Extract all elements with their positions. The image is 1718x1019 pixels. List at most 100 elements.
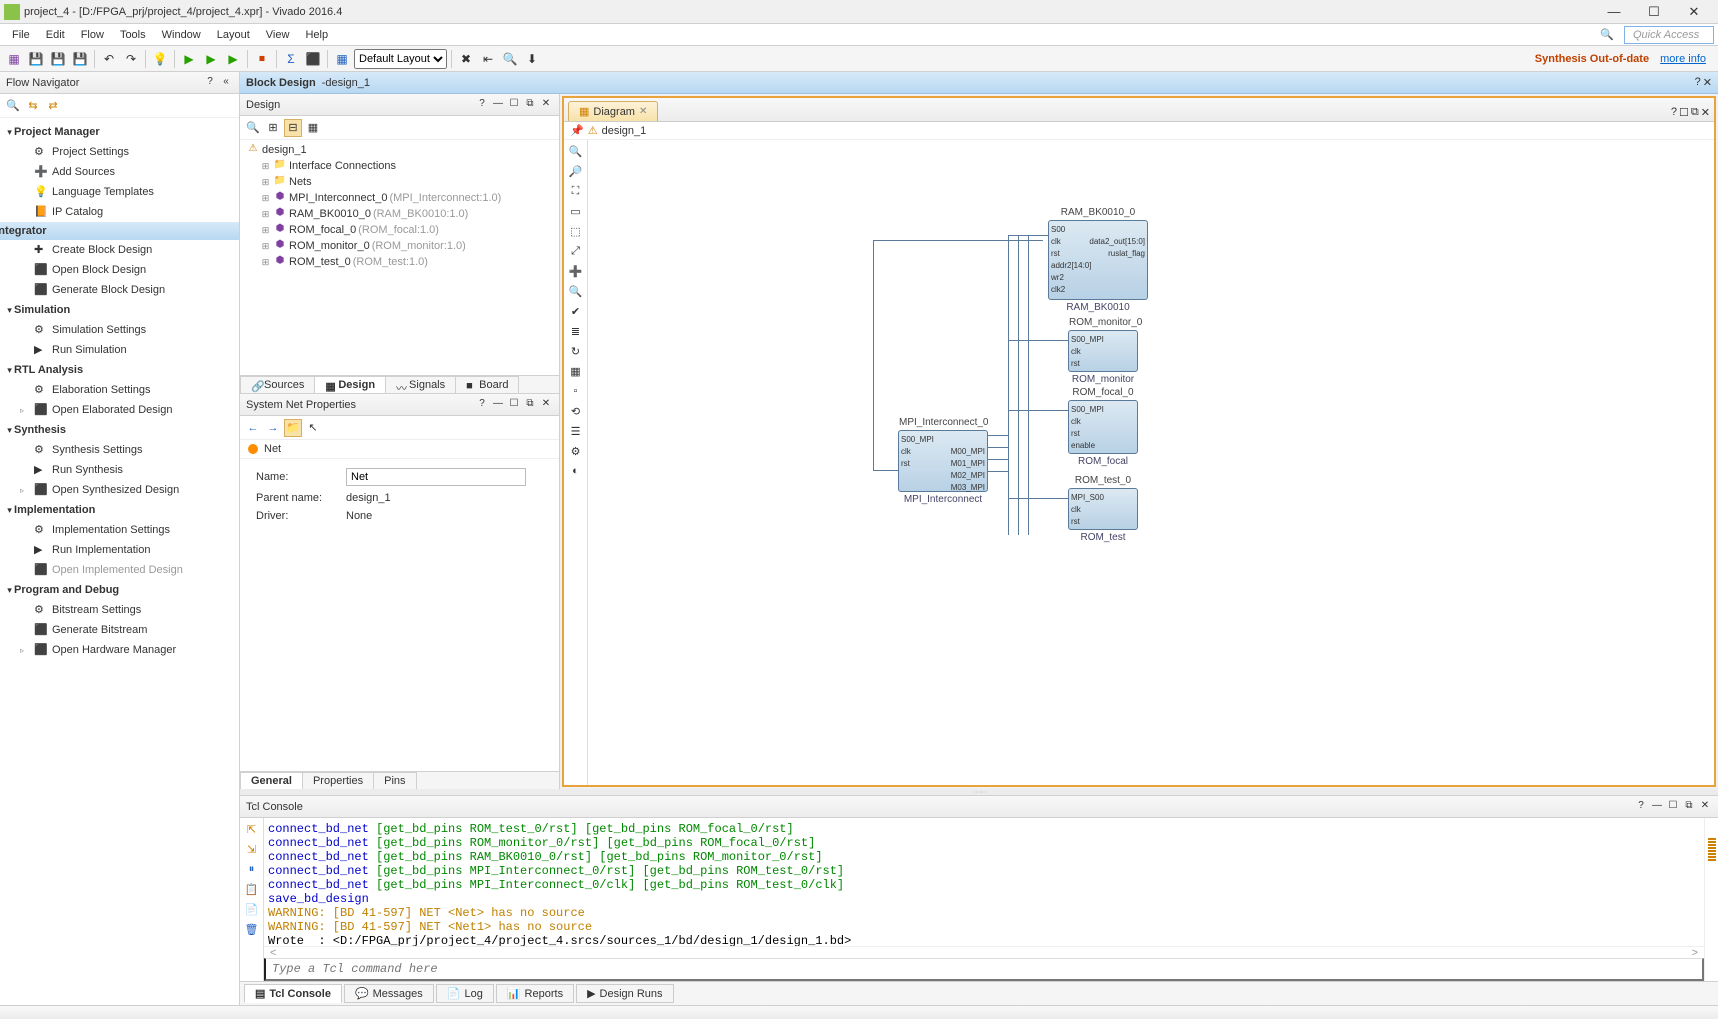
flow-item-open-block-design[interactable]: ⬛Open Block Design [0, 260, 239, 280]
tab-general[interactable]: General [240, 772, 303, 789]
group-icon[interactable]: ▦ [566, 362, 586, 380]
tree-item[interactable]: ⊞📁Interface Connections [242, 158, 557, 174]
close-tab-icon[interactable]: ✕ [639, 106, 647, 117]
flow-item-generate-block-design[interactable]: ⬛Generate Block Design [0, 280, 239, 300]
ip-block-ram_bk0010[interactable]: RAM_BK0010_0RAM_BK0010S00clkrstaddr2[14:… [1048, 220, 1148, 300]
settings-icon[interactable]: ⚙ [566, 442, 586, 460]
min-icon[interactable]: — [1650, 800, 1664, 814]
stop-icon[interactable]: ⬛ [303, 49, 323, 69]
save-all-icon[interactable]: 💾 [48, 49, 68, 69]
flow-item-generate-bitstream[interactable]: ⬛Generate Bitstream [0, 620, 239, 640]
expand-icon[interactable]: ⊞ [264, 119, 282, 137]
btab-tcl-console[interactable]: ▤Tcl Console [244, 984, 342, 1003]
sigma-icon[interactable]: Σ [281, 49, 301, 69]
back-icon[interactable]: ← [244, 419, 262, 437]
flow-item-add-sources[interactable]: ➕Add Sources [0, 162, 239, 182]
tab-pins[interactable]: Pins [373, 772, 416, 789]
validate-icon[interactable]: ✔ [566, 302, 586, 320]
flow-item-language-templates[interactable]: 💡Language Templates [0, 182, 239, 202]
max-icon[interactable]: ☐ [1666, 800, 1680, 814]
save-icon[interactable]: 💾 [26, 49, 46, 69]
close-pane-icon[interactable]: ✕ [1703, 76, 1712, 89]
close-button[interactable]: ✕ [1674, 1, 1714, 23]
auto-fit-icon[interactable]: ⤢ [566, 242, 586, 260]
cancel-icon[interactable]: ⏹ [252, 49, 272, 69]
collapse-all-icon[interactable]: ⇆ [24, 97, 42, 115]
flow-item-run-implementation[interactable]: ▶Run Implementation [0, 540, 239, 560]
tree-item[interactable]: ⊞⬢ROM_monitor_0 (ROM_monitor:1.0) [242, 238, 557, 254]
orient-icon[interactable]: ⟲ [566, 402, 586, 420]
menu-window[interactable]: Window [154, 27, 209, 43]
tree-item[interactable]: ⊞⬢ROM_focal_0 (ROM_focal:1.0) [242, 222, 557, 238]
btab-log[interactable]: 📄Log [436, 984, 494, 1003]
flow-item-create-block-design[interactable]: ✚Create Block Design [0, 240, 239, 260]
back-icon[interactable]: ⇤ [478, 49, 498, 69]
menu-help[interactable]: Help [297, 27, 336, 43]
ip-block-mpi_interconnect[interactable]: MPI_Interconnect_0MPI_InterconnectS00_MP… [898, 430, 988, 492]
run-impl-icon[interactable]: ▶ [201, 49, 221, 69]
ungroup-icon[interactable]: ▫ [566, 382, 586, 400]
help-icon[interactable]: ? [1671, 106, 1677, 119]
new-project-icon[interactable]: ▦ [4, 49, 24, 69]
close-icon[interactable]: ✕ [1698, 800, 1712, 814]
layout-icon[interactable]: ▦ [332, 49, 352, 69]
search-icon[interactable]: 🔍 [4, 97, 22, 115]
max-icon[interactable]: ☐ [507, 98, 521, 112]
flow-item-bitstream-settings[interactable]: ⚙Bitstream Settings [0, 600, 239, 620]
collapse-icon[interactable]: ⊟ [284, 119, 302, 137]
zoom-fit-icon[interactable]: ⛶ [566, 182, 586, 200]
fwd-icon[interactable]: → [264, 419, 282, 437]
menu-layout[interactable]: Layout [209, 27, 258, 43]
diagram-tab[interactable]: ▦ Diagram ✕ [568, 101, 658, 121]
flow-item-run-simulation[interactable]: ▶Run Simulation [0, 340, 239, 360]
minimize-button[interactable]: — [1594, 1, 1634, 23]
tab-design[interactable]: ▦Design [314, 376, 386, 393]
menu-edit[interactable]: Edit [38, 27, 73, 43]
reset-layout-icon[interactable]: ✖ [456, 49, 476, 69]
help-icon[interactable]: ? [203, 76, 217, 90]
help-icon[interactable]: ? [475, 398, 489, 412]
zoom-area-icon[interactable]: ▭ [566, 202, 586, 220]
help-icon[interactable]: ? [1634, 800, 1648, 814]
flow-section-implementation[interactable]: Implementation [0, 500, 239, 520]
flow-item-open-hardware-manager[interactable]: ⬛Open Hardware Manager [0, 640, 239, 660]
close-icon[interactable]: ✕ [1701, 106, 1710, 119]
tree-item[interactable]: ⊞⬢RAM_BK0010_0 (RAM_BK0010:1.0) [242, 206, 557, 222]
quick-access-input[interactable]: Quick Access [1624, 26, 1714, 44]
layout-select[interactable]: Default Layout [354, 49, 447, 69]
select-area-icon[interactable]: ⬚ [566, 222, 586, 240]
collapse-icon[interactable]: « [219, 76, 233, 90]
flow-item-elaboration-settings[interactable]: ⚙Elaboration Settings [0, 380, 239, 400]
flow-section-program-and-debug[interactable]: Program and Debug [0, 580, 239, 600]
tcl-output[interactable]: connect_bd_net [get_bd_pins ROM_test_0/r… [264, 818, 1704, 946]
flow-section-ip-integrator[interactable]: IP Integrator [0, 222, 239, 240]
tab-sources[interactable]: 🔗Sources [240, 376, 315, 393]
colors-icon[interactable]: ◐ [566, 462, 586, 480]
mark-icon[interactable]: ⬇ [522, 49, 542, 69]
zoom-in-icon[interactable]: 🔍 [566, 142, 586, 160]
max-icon[interactable]: ☐ [1679, 106, 1689, 119]
redo-icon[interactable]: ↷ [121, 49, 141, 69]
filter-icon[interactable]: ▦ [304, 119, 322, 137]
layers-icon[interactable]: ☰ [566, 422, 586, 440]
expand-all-icon[interactable]: ⇄ [44, 97, 62, 115]
generate-bitstream-icon[interactable]: ▶ [223, 49, 243, 69]
flow-item-open-synthesized-design[interactable]: ⬛Open Synthesized Design [0, 480, 239, 500]
copy-icon[interactable]: 📋 [242, 880, 262, 898]
search-icon[interactable]: 🔍 [244, 119, 262, 137]
collapse-icon[interactable]: ⇲ [242, 840, 262, 858]
tree-item[interactable]: ⊞⬢ROM_test_0 (ROM_test:1.0) [242, 254, 557, 270]
min-icon[interactable]: — [491, 398, 505, 412]
regenerate-icon[interactable]: ↻ [566, 342, 586, 360]
float-icon[interactable]: ⧉ [523, 398, 537, 412]
tcl-input[interactable] [264, 958, 1704, 981]
maximize-button[interactable]: ☐ [1634, 1, 1674, 23]
tree-root[interactable]: ⚠design_1 [242, 142, 557, 158]
float-icon[interactable]: ⧉ [1691, 106, 1699, 119]
flow-item-run-synthesis[interactable]: ▶Run Synthesis [0, 460, 239, 480]
flow-section-project-manager[interactable]: Project Manager [0, 122, 239, 142]
prop-name-input[interactable] [346, 468, 526, 486]
flow-item-ip-catalog[interactable]: 📙IP Catalog [0, 202, 239, 222]
close-icon[interactable]: ✕ [539, 398, 553, 412]
ip-block-rom_monitor[interactable]: ROM_monitor_0ROM_monitorS00_MPIclkrst [1068, 330, 1138, 372]
